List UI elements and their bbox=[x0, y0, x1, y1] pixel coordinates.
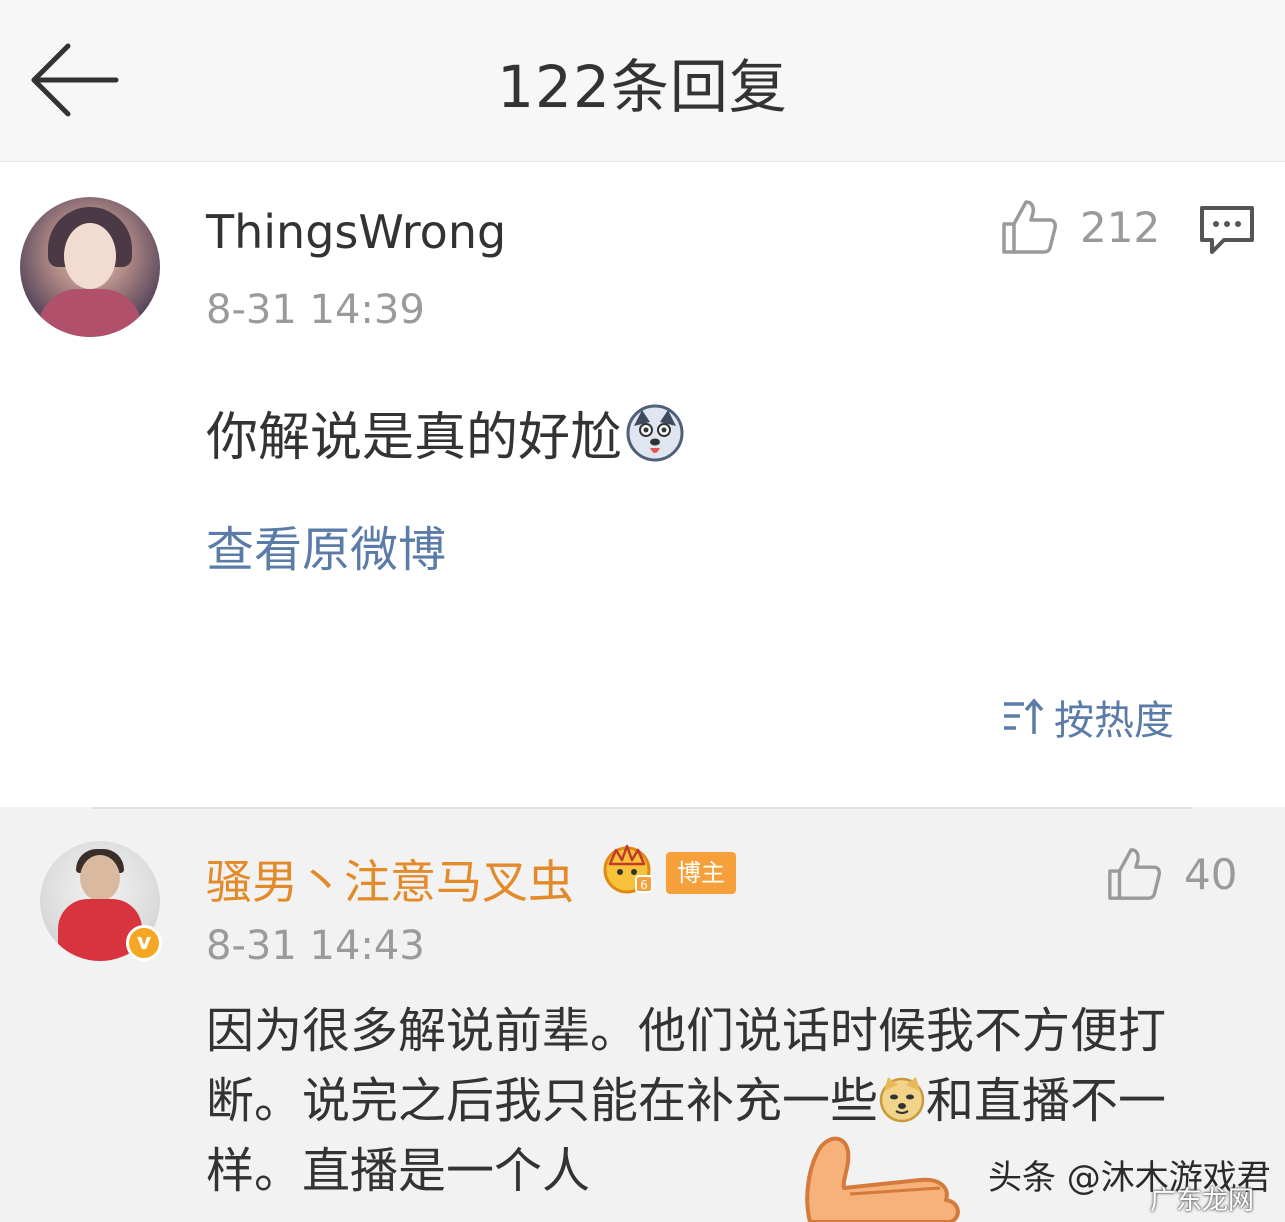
reply-timestamp: 8-31 14:43 bbox=[206, 923, 425, 969]
comment-icon bbox=[1200, 206, 1254, 254]
page-title: 122条回复 bbox=[497, 53, 788, 121]
root-like-count: 212 bbox=[1080, 202, 1161, 252]
root-comment-body: 你解说是真的好尬 bbox=[206, 408, 623, 468]
root-comment-text: 你解说是真的好尬 bbox=[206, 395, 684, 470]
avatar[interactable] bbox=[20, 197, 160, 337]
sort-icon bbox=[1004, 698, 1044, 734]
root-timestamp: 8-31 14:39 bbox=[206, 287, 425, 333]
thumbs-up-icon bbox=[1002, 200, 1057, 254]
root-username[interactable]: ThingsWrong bbox=[206, 205, 506, 259]
sort-by-hot-button[interactable]: 按热度 bbox=[1000, 688, 1174, 746]
thumbs-up-icon bbox=[1108, 848, 1162, 900]
reply-like-count: 40 bbox=[1184, 849, 1238, 899]
view-original-link[interactable]: 查看原微博 bbox=[206, 510, 446, 580]
divider bbox=[92, 807, 1192, 809]
root-like-button[interactable]: 212 bbox=[1000, 198, 1160, 256]
reply-username[interactable]: 骚男丶注意马叉虫 bbox=[206, 846, 574, 912]
husky-emoji-icon bbox=[626, 404, 684, 461]
reply-button[interactable] bbox=[1198, 202, 1256, 258]
top-bar: 122条回复 bbox=[0, 0, 1285, 162]
corner-watermark: 广东龙网 bbox=[1150, 1186, 1255, 1216]
thumbs-up-sticker-icon bbox=[805, 1136, 960, 1222]
verified-badge-icon: v bbox=[126, 925, 162, 961]
host-badge: 博主 bbox=[666, 852, 736, 894]
svg-text:6: 6 bbox=[640, 878, 648, 892]
doge-emoji-icon bbox=[879, 1077, 925, 1123]
reply-like-button[interactable]: 40 bbox=[1106, 846, 1237, 902]
vip-crown-icon: 6 bbox=[603, 844, 653, 894]
sort-label: 按热度 bbox=[1054, 698, 1174, 744]
